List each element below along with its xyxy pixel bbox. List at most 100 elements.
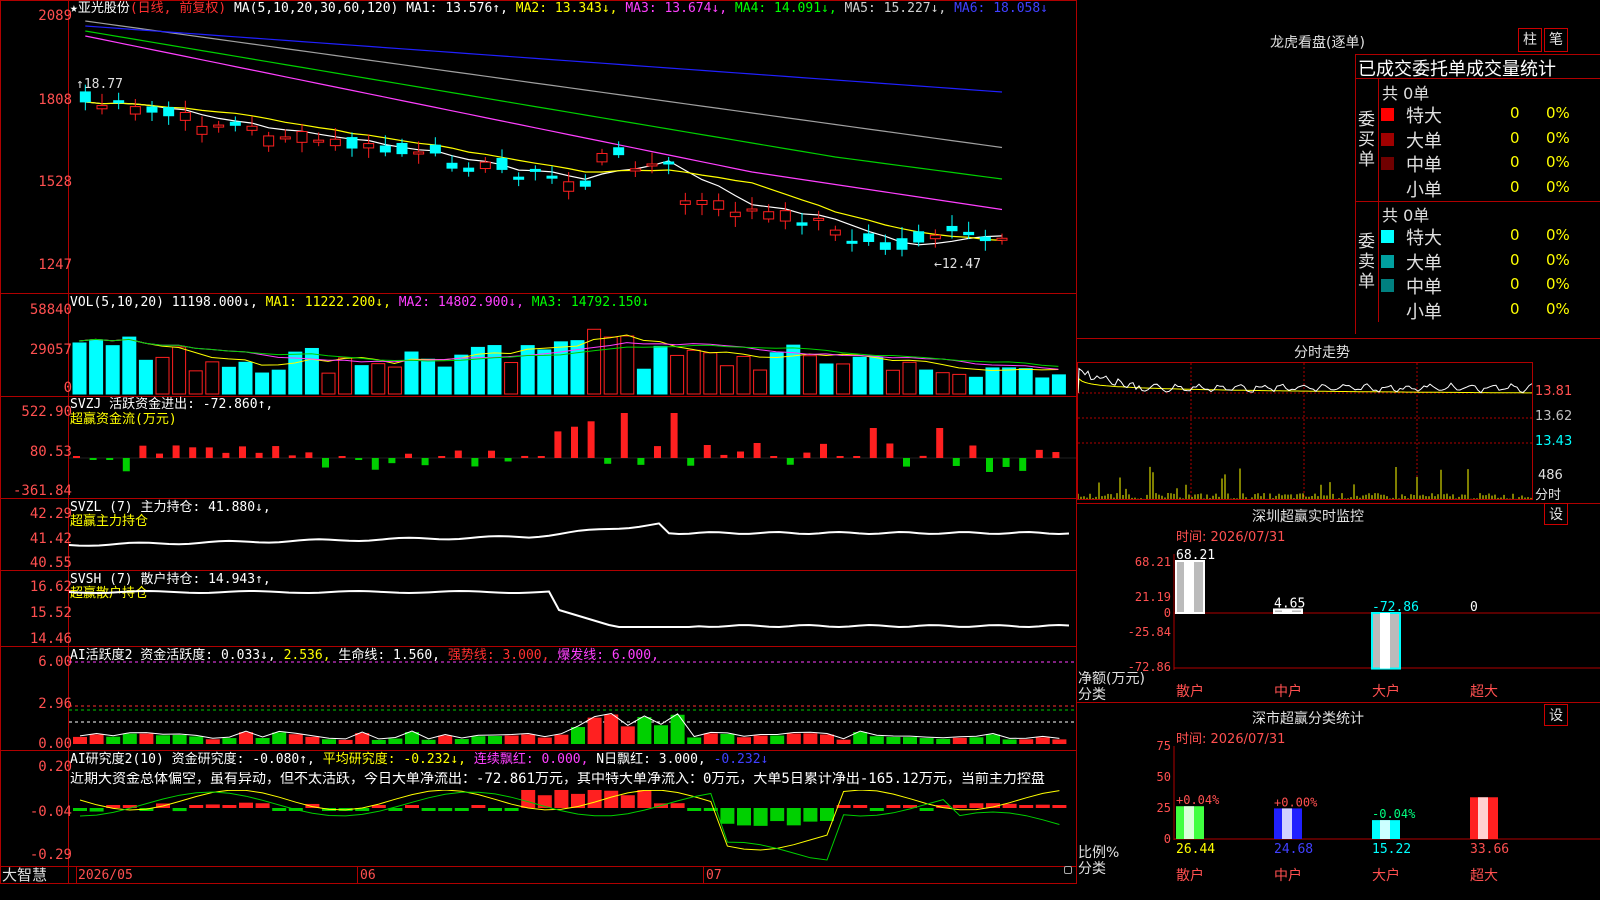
ai2-axis-label: -0.04 [29,804,72,820]
ma4-value: MA4: 14.091↓, [734,1,837,16]
vol-chart[interactable] [69,308,1076,396]
stroke-mode-button[interactable]: 笔 [1544,28,1568,52]
order-count: 0 [1510,153,1520,171]
activity-bar [322,739,336,744]
candle-body [346,137,358,149]
stock-name[interactable]: 亚光股份 [78,1,130,16]
activity-bar [620,726,635,744]
candle-body [279,136,291,140]
ai2-avg: 平均研究度: -0.232↓, [322,752,466,767]
flow-bar [322,458,329,468]
research-bar [272,808,287,811]
candle-body [596,152,608,163]
svsh-chart[interactable] [69,572,1076,646]
svzl-chart[interactable] [69,500,1076,570]
activity-bar [222,738,237,744]
low-price-mark: ←12.47 [934,257,981,272]
candle-body [613,147,625,156]
activity-bar [471,736,486,744]
candle-body [213,124,225,128]
ai2-chart[interactable] [69,790,1076,866]
flow-bar [786,458,794,465]
class-settings-button[interactable]: 设 [1544,704,1568,726]
class-axis-label: 50 [1157,770,1171,784]
fenshi-chart[interactable] [1078,363,1532,499]
volume-bar [371,363,386,395]
monitor-settings-button[interactable]: 设 [1544,503,1568,525]
activity-bar [670,714,685,744]
flow-bar [189,447,197,458]
volume-bar [155,356,170,395]
svzl-axis-label: 40.55 [29,555,72,571]
candle-body [996,237,1008,241]
class-value-label: 26.44 [1176,842,1215,857]
research-bar [1019,805,1034,808]
candle-body [363,143,375,149]
candle-body [913,231,925,243]
flow-bar [952,458,960,466]
fenshi-axis-label: 486 [1538,468,1563,483]
candle-body [646,163,658,167]
svsh-axis-label: 16.62 [29,579,72,595]
ai2-nday: N日飘红: 3.000, [596,752,706,767]
activity-bar [388,738,403,744]
date-label: 07 [706,868,722,883]
candle-body [679,200,691,205]
kline-header: ★亚光股份(日线, 前复权) MA(5,10,20,30,60,120) MA1… [70,2,1048,16]
date-tick [76,866,77,884]
volume-bar [105,345,120,395]
activity-bar [89,734,104,744]
research-bar [405,805,419,808]
research-bar [438,808,453,812]
vol-axis-label: 29057 [29,342,72,358]
volume-bar [753,369,768,395]
candle-body [779,210,791,222]
flow-bar [571,426,578,458]
monitor-bar-label: -72.86 [1372,600,1419,615]
bar-mode-button[interactable]: 柱 [1518,28,1542,52]
candle-body [113,100,125,104]
candle-body [246,125,258,131]
volume-bar [885,369,900,395]
ai1-chart[interactable] [69,648,1076,750]
research-bar [488,808,502,811]
activity-bar [571,727,585,744]
activity-bar [305,736,320,744]
order-count: 0 [1510,104,1520,122]
volume-bar [387,366,402,395]
svzj-chart[interactable] [69,400,1076,497]
lock-icon[interactable] [1064,866,1072,874]
candle-body [396,142,408,155]
brand-logo[interactable]: 大智慧 [2,868,47,883]
flow-bar [1002,458,1010,467]
class-category: 大户 [1372,867,1400,884]
chart-mode[interactable]: (日线, 前复权) [130,1,226,16]
candle-body [313,139,325,143]
candle-body [546,175,558,179]
flow-bar [770,456,778,458]
order-percent: 0% [1546,226,1570,244]
research-bar [554,790,569,808]
svsh-axis-label: 14.46 [29,631,72,647]
monitor-x-title: 分类 [1078,687,1106,703]
class-chart: 75 50 25 0 +0.04% 26.44 散户 +0.00% 24.68 中户 -0.04% 1… [1157,740,1600,884]
fenshi-axis-label: 13.81 [1535,384,1573,399]
flow-bar [919,455,927,458]
flow-bar [687,458,695,466]
order-size-label: 大单 [1406,130,1442,152]
ai2-axis-label: 0.20 [38,759,72,775]
class-axis-label: 0 [1164,832,1171,846]
dragon-title: 龙虎看盘(逐单) [1270,35,1365,51]
kline-chart[interactable] [69,16,1076,293]
candle-body [896,238,908,250]
volume-bar [902,361,917,395]
flow-bar [753,443,761,458]
activity-bar [969,737,984,744]
svzj-axis-label: 522.90 [21,404,72,420]
monitor-bar-label: 68.21 [1176,548,1215,563]
volume-bar [985,367,1000,395]
flow-bar [986,458,993,472]
flow-bar [172,445,180,458]
activity-bar [687,737,702,744]
candle-body [446,162,458,169]
